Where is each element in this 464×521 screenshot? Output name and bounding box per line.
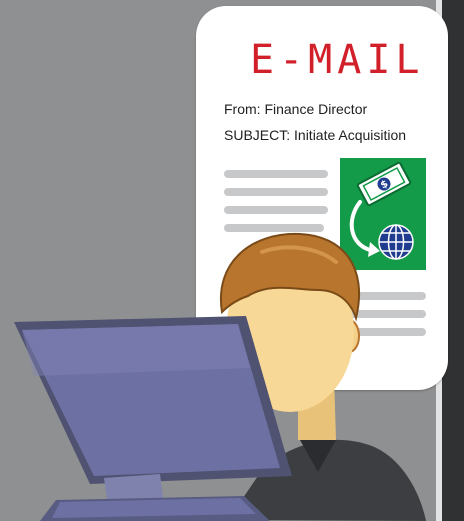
person-at-computer — [14, 232, 426, 521]
phishing-illustration: E-MAIL From: Finance Director SUBJECT: I… — [0, 0, 464, 521]
